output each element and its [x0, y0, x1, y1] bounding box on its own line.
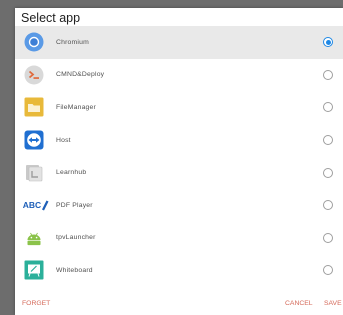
list-item-host[interactable]: Host	[15, 124, 343, 157]
list-item-learnhub[interactable]: Learnhub	[15, 156, 343, 189]
list-item-tpvlauncher[interactable]: tpvLauncher	[15, 222, 343, 255]
app-label: Host	[56, 136, 71, 144]
radio-cmnd-deploy[interactable]	[323, 69, 333, 80]
app-label: Learnhub	[56, 169, 87, 177]
list-item-whiteboard[interactable]: Whiteboard	[15, 254, 343, 287]
radio-host[interactable]	[323, 135, 333, 146]
app-label: CMND&Deploy	[56, 71, 105, 79]
dialog-title: Select app	[21, 11, 81, 25]
radio-tpvlauncher[interactable]	[323, 232, 333, 243]
learnhub-icon	[23, 162, 44, 183]
app-label: FileManager	[56, 103, 96, 111]
app-label: PDF Player	[56, 201, 93, 209]
app-label: tpvLauncher	[56, 234, 96, 242]
terminal-icon	[23, 64, 44, 85]
pdf-player-icon: ABC	[21, 195, 51, 216]
list-item-chromium[interactable]: Chromium	[15, 26, 343, 59]
whiteboard-icon	[23, 260, 44, 281]
app-list: Chromium CMND&Deploy FileManager Host Le…	[15, 26, 343, 287]
radio-learnhub[interactable]	[323, 167, 333, 178]
list-item-pdf-player[interactable]: ABC PDF Player	[15, 189, 343, 222]
radio-filemanager[interactable]	[323, 102, 333, 113]
save-button[interactable]: SAVE	[324, 300, 342, 307]
app-label: Chromium	[56, 38, 89, 46]
select-app-dialog: Select app Chromium CMND&Deploy FileMana…	[15, 8, 343, 315]
list-item-cmnd-deploy[interactable]: CMND&Deploy	[15, 59, 343, 92]
radio-chromium[interactable]	[323, 37, 333, 48]
folder-icon	[23, 97, 44, 118]
teamviewer-icon	[23, 130, 44, 151]
app-label: Whiteboard	[56, 266, 93, 274]
radio-whiteboard[interactable]	[323, 265, 333, 276]
list-item-filemanager[interactable]: FileManager	[15, 91, 343, 124]
dialog-actions: FORGET CANCEL SAVE	[15, 294, 343, 314]
chromium-icon	[23, 32, 44, 53]
forget-button[interactable]: FORGET	[22, 300, 50, 307]
cancel-button[interactable]: CANCEL	[285, 300, 313, 307]
android-icon	[23, 227, 44, 248]
pdf-player-icon-text: ABC	[22, 200, 42, 211]
radio-pdf-player[interactable]	[323, 200, 333, 211]
